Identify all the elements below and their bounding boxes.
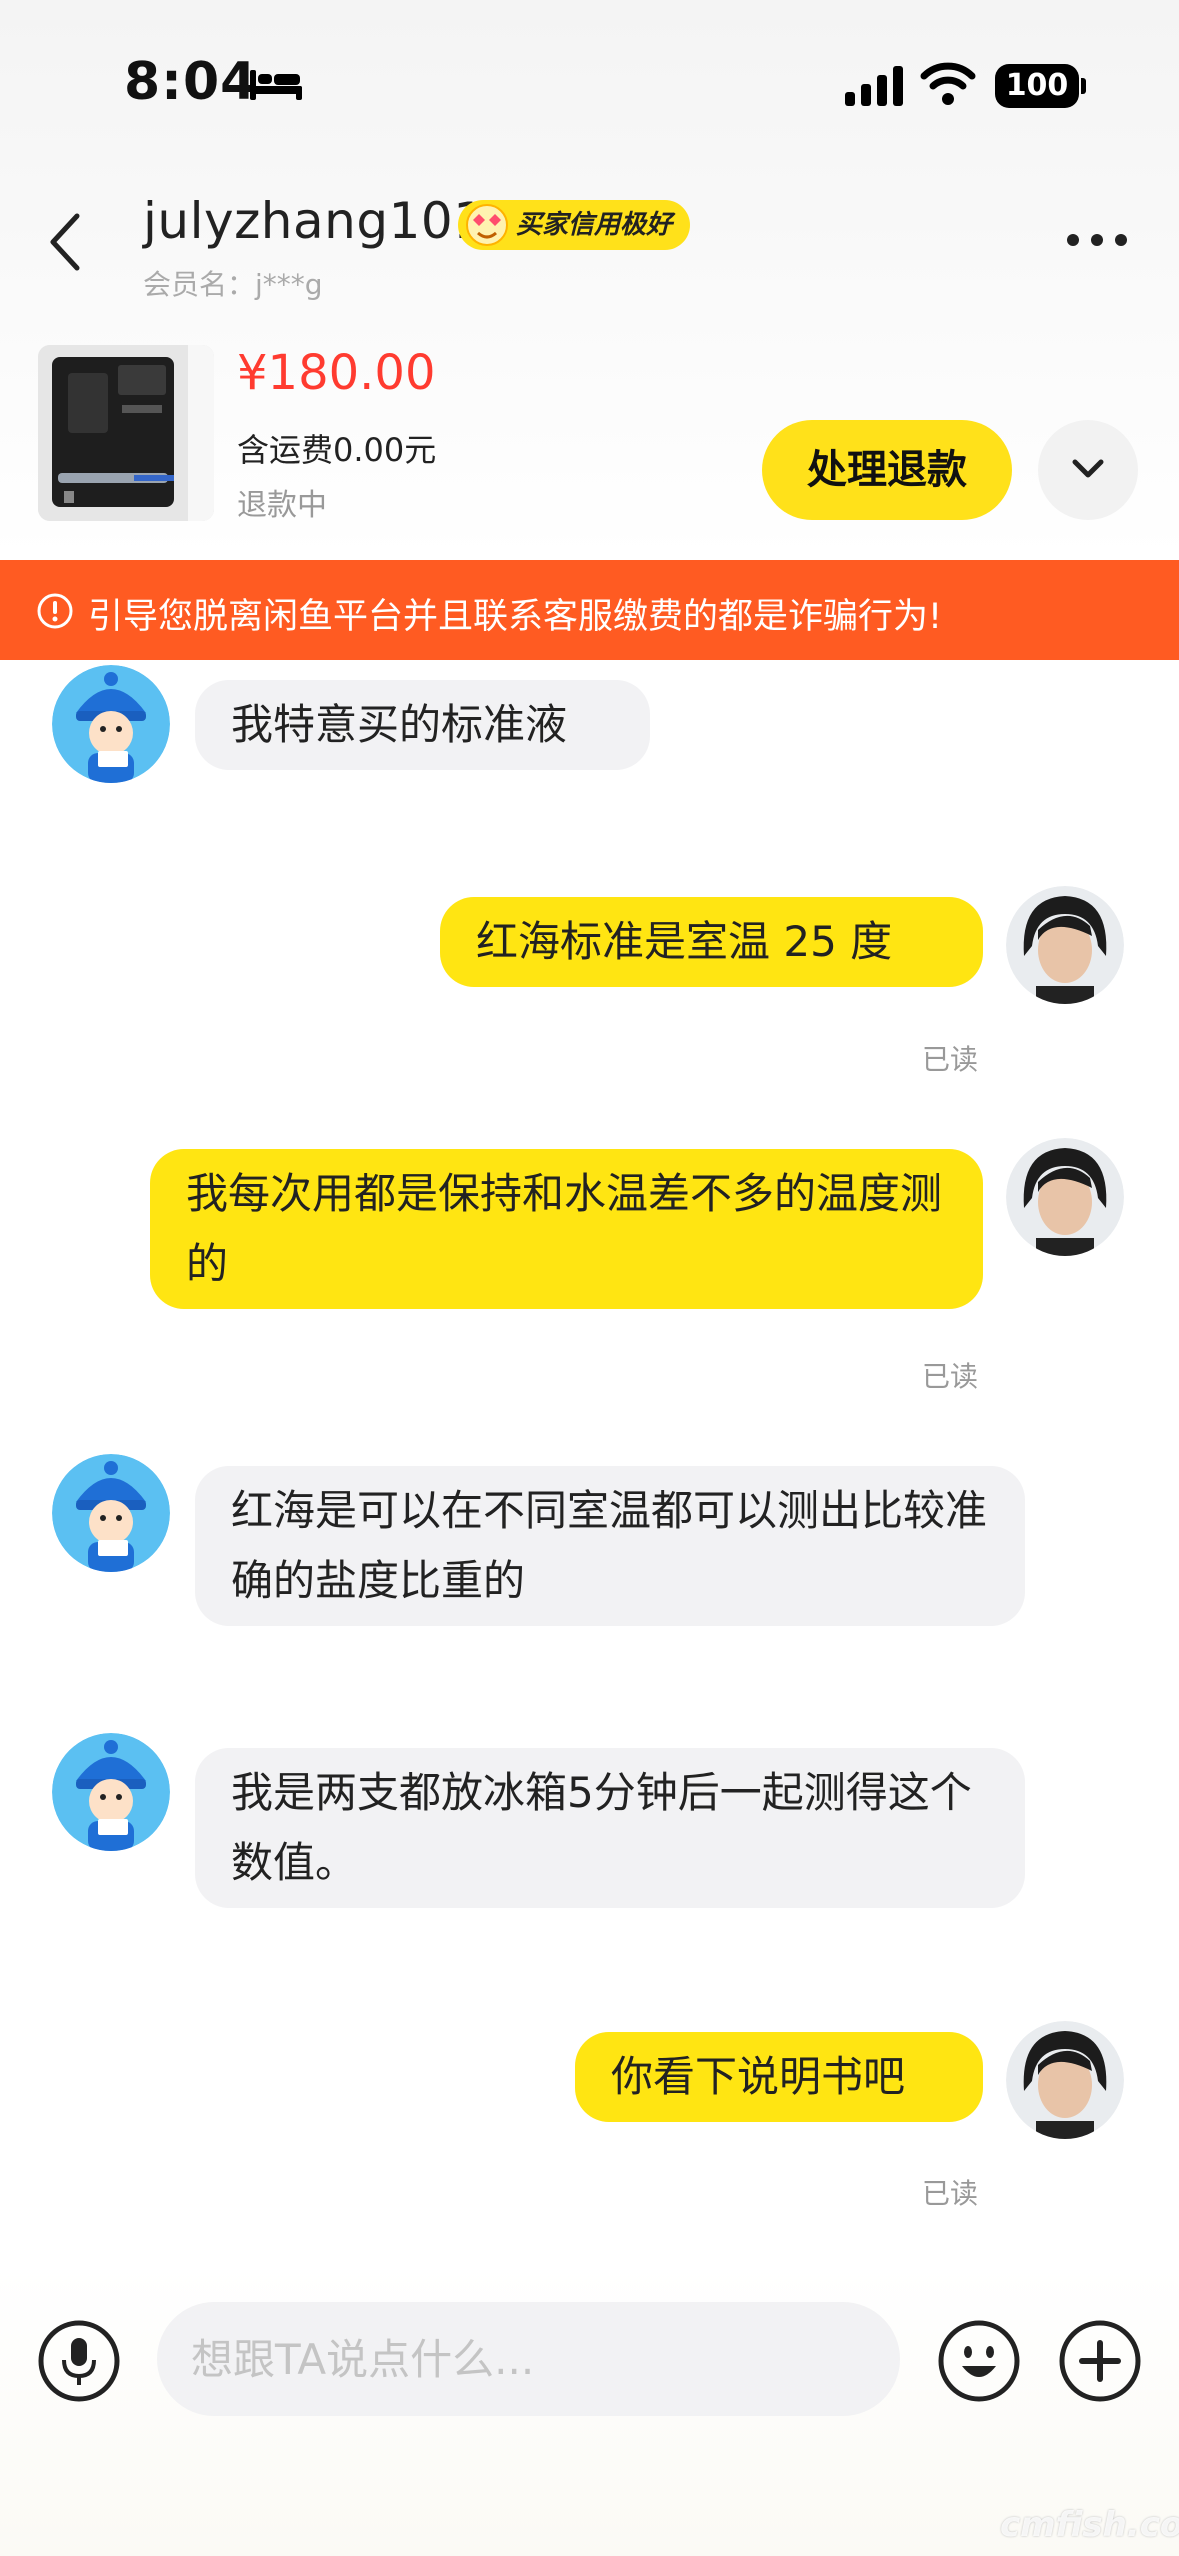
chat-partner-name[interactable]: julyzhang101	[143, 192, 486, 250]
message-bubble[interactable]: 我每次用都是保持和水温差不多的温度测的	[150, 1149, 983, 1309]
status-time: 8:04	[124, 52, 258, 112]
handle-refund-button[interactable]: 处理退款	[762, 420, 1012, 520]
chevron-down-icon	[1072, 459, 1104, 478]
emoji-icon[interactable]	[936, 2318, 1022, 2404]
product-image	[38, 345, 214, 521]
read-receipt: 已读	[922, 1043, 979, 1076]
back-arrow-icon[interactable]	[45, 210, 85, 274]
message-bubble[interactable]: 我是两支都放冰箱5分钟后一起测得这个数值。	[195, 1748, 1025, 1908]
battery-indicator: 100	[995, 64, 1079, 108]
seller-avatar[interactable]	[1006, 2021, 1124, 2139]
read-receipt: 已读	[922, 1360, 979, 1393]
seller-avatar[interactable]	[1006, 886, 1124, 1004]
battery-tip	[1081, 78, 1086, 94]
warning-circle-icon	[37, 593, 73, 629]
member-name-label: 会员名：j***g	[143, 268, 323, 301]
shipping-fee: 含运费0.00元	[237, 431, 437, 469]
product-thumbnail[interactable]	[38, 345, 214, 521]
sleep-focus-icon	[250, 70, 302, 100]
fraud-warning-banner: 引导您脱离闲鱼平台并且联系客服缴费的都是诈骗行为!	[0, 560, 1179, 660]
expand-button[interactable]	[1038, 420, 1138, 520]
watermark: cmfish.com	[1000, 2505, 1179, 2545]
message-bubble[interactable]: 红海标准是室温 25 度	[440, 897, 983, 987]
wifi-icon	[920, 62, 976, 105]
read-receipt: 已读	[922, 2177, 979, 2210]
more-options-icon[interactable]	[1065, 232, 1129, 248]
buyer-avatar[interactable]	[52, 1454, 170, 1572]
seller-avatar[interactable]	[1006, 1138, 1124, 1256]
refund-status: 退款中	[237, 488, 327, 523]
warning-text: 引导您脱离闲鱼平台并且联系客服缴费的都是诈骗行为!	[88, 597, 943, 637]
voice-input-icon[interactable]	[36, 2318, 122, 2404]
message-input[interactable]	[157, 2302, 900, 2416]
buyer-avatar[interactable]	[52, 665, 170, 783]
message-bubble[interactable]: 你看下说明书吧	[575, 2032, 983, 2122]
message-bubble[interactable]: 红海是可以在不同室温都可以测出比较准确的盐度比重的	[195, 1466, 1025, 1626]
star-eyes-emoji-icon	[466, 204, 508, 246]
product-price: ¥180.00	[237, 345, 436, 401]
message-bubble[interactable]: 我特意买的标准液	[195, 680, 650, 770]
buyer-avatar[interactable]	[52, 1733, 170, 1851]
cellular-signal-icon	[845, 66, 903, 106]
add-attachment-icon[interactable]	[1057, 2318, 1143, 2404]
